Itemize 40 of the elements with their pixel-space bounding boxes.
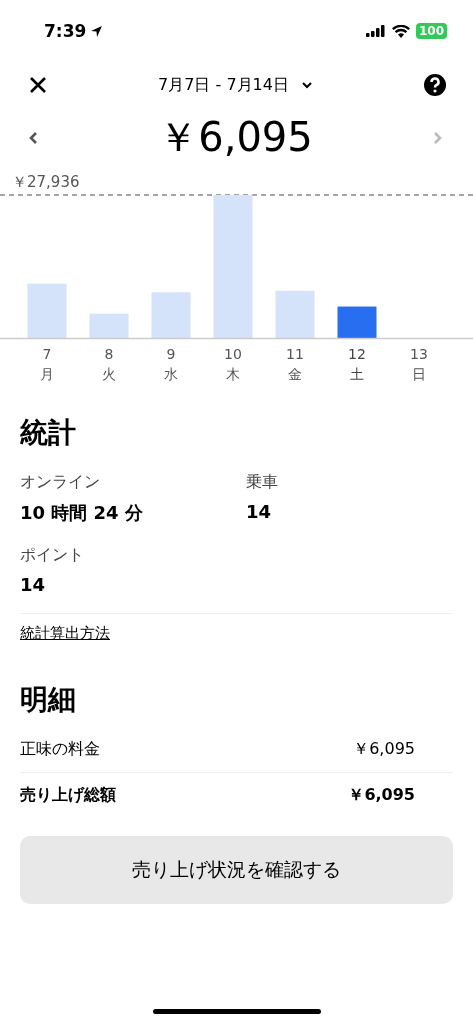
stat-value: 14	[246, 501, 273, 522]
day-label: 8 火	[102, 345, 116, 384]
day-label: 9 水	[164, 345, 178, 384]
location-arrow-icon	[90, 24, 104, 38]
y-axis-max-label: ￥27,936	[12, 173, 80, 192]
section-title: 明細	[20, 682, 77, 718]
help-icon[interactable]	[423, 73, 447, 97]
detail-value: ￥6,095	[348, 785, 415, 806]
day-label: 12 土	[348, 345, 366, 384]
section-title: 統計	[20, 415, 77, 451]
signal-icon	[365, 25, 386, 37]
stat-value: 10 時間 24 分	[20, 501, 144, 525]
chart-bar[interactable]	[151, 292, 191, 338]
date-range-selector[interactable]: 7月7日 - 7月14日	[158, 74, 313, 96]
total-amount: ￥6,095	[158, 113, 313, 162]
stats-method-link[interactable]: 統計算出方法	[20, 624, 110, 643]
previous-icon[interactable]	[28, 130, 38, 145]
stat-label: 乗車	[246, 472, 279, 493]
chart-bar[interactable]	[89, 313, 129, 338]
close-icon[interactable]	[28, 75, 48, 95]
battery-indicator: 100	[415, 23, 447, 39]
chart-bar[interactable]	[337, 306, 377, 338]
day-label: 7 月	[40, 345, 54, 384]
day-label: 13 日	[410, 345, 428, 384]
stat-label: オンライン	[20, 472, 101, 493]
detail-label: 売り上げ総額	[20, 785, 116, 806]
day-label: 11 金	[286, 345, 304, 384]
chart-bar[interactable]	[27, 283, 67, 338]
chart-bar[interactable]	[213, 195, 253, 338]
earnings-status-button[interactable]: 売り上げ状況を確認する	[20, 836, 453, 904]
chart-bar[interactable]	[275, 290, 315, 338]
day-label: 10 木	[224, 345, 242, 384]
stat-value: 14	[20, 574, 47, 595]
chevron-down-icon	[300, 81, 313, 89]
stat-label: ポイント	[20, 545, 85, 566]
wifi-icon	[391, 24, 410, 38]
status-time: 7:39	[44, 21, 87, 41]
detail-label: 正味の料金	[20, 739, 100, 760]
detail-value: ￥6,095	[353, 739, 415, 760]
next-icon[interactable]	[433, 130, 443, 145]
